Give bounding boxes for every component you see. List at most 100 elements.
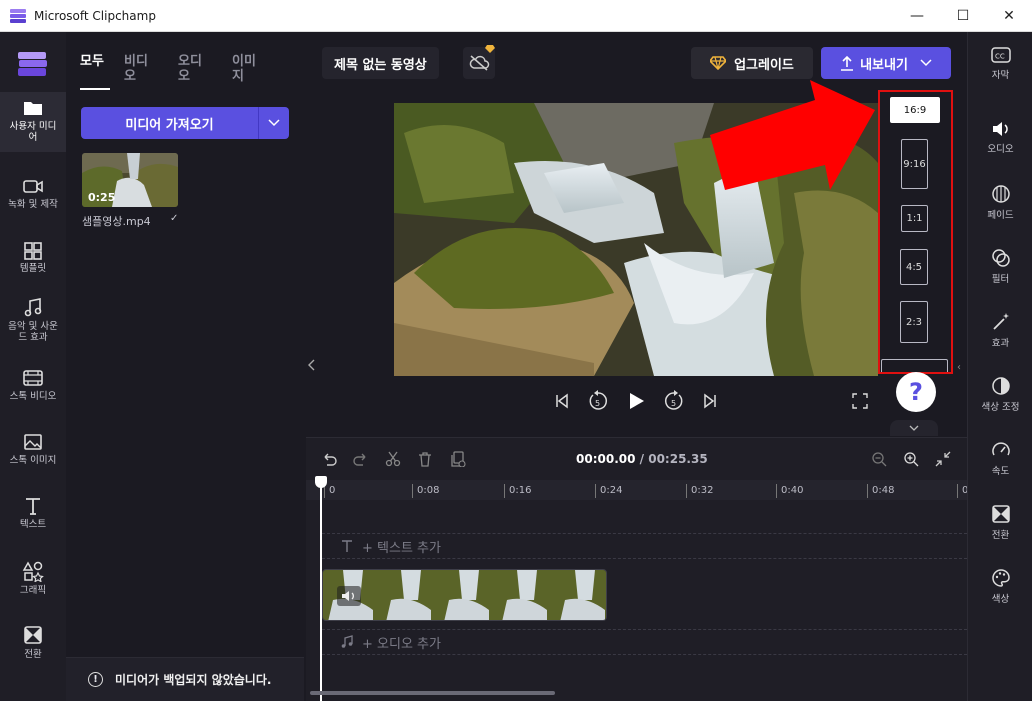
- redo-icon: [353, 453, 366, 466]
- info-icon: !: [88, 672, 103, 687]
- image-icon: [24, 434, 42, 450]
- templates-icon: [24, 242, 42, 260]
- red-arrow-annotation: [710, 80, 875, 190]
- tab-audio[interactable]: 오디오: [178, 54, 208, 90]
- rail-item-text[interactable]: 텍스트: [0, 490, 66, 550]
- project-title[interactable]: 제목 없는 동영상: [322, 47, 439, 79]
- chevron-down-icon: [909, 425, 919, 431]
- rail-item-record-create[interactable]: 녹화 및 제작: [0, 170, 66, 230]
- export-label: 내보내기: [860, 57, 908, 73]
- rail-item-color-adjust[interactable]: 색상 조정: [968, 366, 1032, 426]
- rewind-5s-button[interactable]: 5: [586, 389, 610, 413]
- import-dropdown-button[interactable]: [258, 107, 289, 139]
- left-rail: 사용자 미디어 녹화 및 제작 템플릿 음악 및 사운드 효과 스톡 비디오 스…: [0, 32, 66, 701]
- split-button[interactable]: [382, 448, 404, 470]
- ruler-tick: 0:24: [595, 484, 622, 498]
- tab-video[interactable]: 비디오: [124, 54, 154, 90]
- current-time: 00:00.00: [576, 452, 636, 466]
- rail-item-templates[interactable]: 템플릿: [0, 234, 66, 294]
- undo-icon: [324, 453, 337, 466]
- backup-warning-bar[interactable]: ! 미디어가 백업되지 않았습니다.: [66, 657, 304, 701]
- maximize-button[interactable]: ☐: [940, 0, 986, 32]
- rail-item-label: 녹화 및 제작: [8, 199, 58, 210]
- rail-item-fade[interactable]: 페이드: [968, 174, 1032, 234]
- timeline-toggle-button[interactable]: [890, 420, 938, 436]
- timeline-horizontal-scrollbar[interactable]: [310, 691, 555, 695]
- svg-text:5: 5: [671, 399, 676, 408]
- aspect-ratio-panel: 16:9 9:16 1:1 4:5 2:3 21:9: [878, 90, 953, 374]
- media-thumbnail[interactable]: 0:25: [82, 153, 178, 207]
- aspect-ratio-9-16[interactable]: 9:16: [901, 139, 928, 189]
- add-audio-label: + 오디오 추가: [362, 636, 441, 652]
- audio-track[interactable]: + 오디오 추가: [322, 629, 967, 655]
- rail-item-music-sfx[interactable]: 음악 및 사운드 효과: [0, 290, 66, 350]
- redo-button[interactable]: [350, 448, 372, 470]
- chevron-left-icon: [308, 359, 315, 371]
- rail-item-effects[interactable]: 효과: [968, 302, 1032, 362]
- rail-item-label: 색상: [991, 594, 1010, 605]
- music-note-icon: [341, 635, 353, 648]
- magic-wand-icon: [992, 313, 1009, 330]
- rail-item-stock-video[interactable]: 스톡 비디오: [0, 362, 66, 422]
- cloud-backup-button[interactable]: [463, 45, 495, 79]
- rail-item-stock-images[interactable]: 스톡 이미지: [0, 426, 66, 486]
- aspect-ratio-16-9[interactable]: 16:9: [890, 97, 940, 123]
- export-button[interactable]: 내보내기: [821, 47, 951, 79]
- skip-to-end-button[interactable]: [698, 389, 722, 413]
- diamond-icon: [710, 56, 727, 70]
- premium-diamond-icon: [485, 45, 495, 53]
- clipchamp-logo-icon: [18, 52, 47, 76]
- chevron-down-icon: [920, 59, 932, 67]
- rail-item-transitions[interactable]: 전환: [968, 494, 1032, 554]
- captions-icon: CC: [990, 47, 1011, 63]
- skip-to-start-button[interactable]: [550, 389, 574, 413]
- text-track[interactable]: + 텍스트 추가: [322, 533, 967, 559]
- media-file-name: 샘플영상.mp4: [82, 215, 151, 228]
- zoom-out-button[interactable]: [868, 448, 890, 470]
- fit-timeline-button[interactable]: [932, 448, 954, 470]
- text-icon: [342, 540, 352, 552]
- video-clip[interactable]: [322, 569, 607, 621]
- import-media-button[interactable]: 미디어 가져오기: [81, 107, 258, 139]
- undo-button[interactable]: [318, 448, 340, 470]
- tab-images[interactable]: 이미지: [232, 54, 262, 90]
- collapse-right-panel-handle[interactable]: ‹: [953, 355, 965, 379]
- rail-item-captions[interactable]: CC 자막: [968, 36, 1032, 96]
- playhead-handle[interactable]: [315, 476, 327, 488]
- duplicate-button[interactable]: [447, 448, 469, 470]
- help-button[interactable]: ?: [896, 372, 936, 412]
- transition-icon: [24, 626, 42, 644]
- speaker-icon[interactable]: [337, 586, 361, 606]
- collapse-panel-handle[interactable]: [304, 340, 320, 390]
- forward-5-icon: 5: [665, 390, 683, 410]
- rail-item-your-media[interactable]: 사용자 미디어: [0, 92, 66, 152]
- delete-button[interactable]: [414, 448, 436, 470]
- skip-back-icon: [556, 393, 568, 409]
- upgrade-button[interactable]: 업그레이드: [691, 47, 813, 79]
- aspect-ratio-2-3[interactable]: 2:3: [900, 301, 928, 343]
- close-button[interactable]: ✕: [986, 0, 1032, 32]
- rail-item-label: 색상 조정: [981, 402, 1020, 413]
- rail-item-label: 오디오: [987, 144, 1014, 155]
- aspect-ratio-4-5[interactable]: 4:5: [900, 249, 928, 285]
- rail-item-speed[interactable]: 속도: [968, 430, 1032, 490]
- rail-item-label: 그래픽: [19, 585, 47, 596]
- palette-icon: [991, 569, 1010, 587]
- play-button[interactable]: [624, 389, 648, 413]
- zoom-in-button[interactable]: [900, 448, 922, 470]
- aspect-ratio-1-1[interactable]: 1:1: [901, 205, 928, 232]
- rail-item-graphics[interactable]: 그래픽: [0, 554, 66, 614]
- rail-item-transitions[interactable]: 전환: [0, 618, 66, 678]
- playhead[interactable]: [320, 478, 322, 701]
- forward-5s-button[interactable]: 5: [662, 389, 686, 413]
- fullscreen-button[interactable]: [848, 389, 872, 413]
- rail-item-audio[interactable]: 오디오: [968, 110, 1032, 170]
- rail-item-color[interactable]: 색상: [968, 558, 1032, 618]
- minimize-button[interactable]: —: [894, 0, 940, 32]
- timeline-ruler[interactable]: 0 0:08 0:16 0:24 0:32 0:40 0:48 0: [306, 480, 968, 500]
- rail-item-label: 음악 및 사운드 효과: [8, 321, 58, 343]
- ruler-tick: 0:32: [686, 484, 713, 498]
- rail-item-filters[interactable]: 필터: [968, 238, 1032, 298]
- fade-icon: [991, 185, 1010, 203]
- tab-all[interactable]: 모두: [80, 54, 110, 90]
